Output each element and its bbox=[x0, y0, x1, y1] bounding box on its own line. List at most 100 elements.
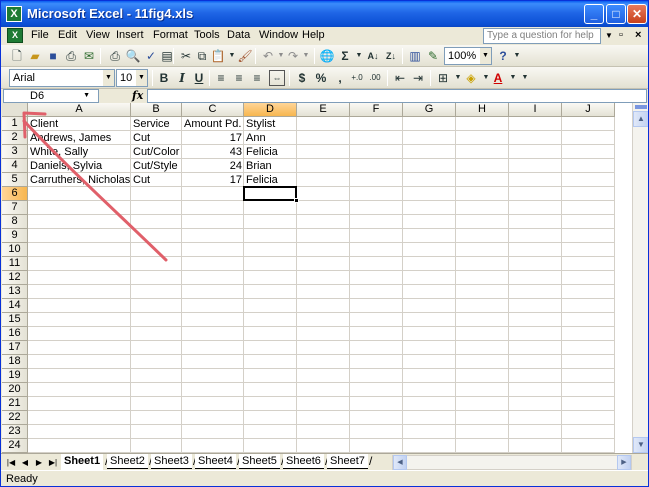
title-bar[interactable]: X Microsoft Excel - 11fig4.xls _ □ ✕ bbox=[1, 1, 648, 27]
last-sheet-icon[interactable]: ▶| bbox=[47, 456, 59, 469]
row-header-13[interactable]: 13 bbox=[2, 285, 28, 299]
menu-format[interactable]: Format bbox=[153, 29, 188, 41]
workbook-icon[interactable]: X bbox=[7, 28, 23, 43]
data-cell-amount[interactable]: 24 bbox=[182, 159, 244, 173]
name-box[interactable]: D6 ▼ bbox=[3, 89, 99, 103]
menu-window[interactable]: Window bbox=[259, 29, 298, 41]
scroll-right-icon[interactable]: ▶ bbox=[617, 455, 631, 470]
sheet-tab-sheet5[interactable]: Sheet5 bbox=[239, 454, 280, 469]
toolbar-options-icon[interactable]: ▼ bbox=[509, 48, 525, 64]
header-cell[interactable]: Amount Pd. bbox=[182, 117, 243, 131]
spelling-icon[interactable]: ✓ bbox=[143, 48, 159, 64]
permission-icon[interactable]: ⎙ bbox=[63, 48, 79, 64]
data-cell-service[interactable]: Cut bbox=[131, 131, 152, 145]
toolbar-options-icon-2[interactable]: ▼ bbox=[517, 70, 533, 86]
italic-icon[interactable]: I bbox=[174, 70, 190, 86]
align-left-icon[interactable]: ≡ bbox=[213, 70, 229, 86]
new-icon[interactable]: 🗋 bbox=[9, 48, 25, 64]
column-header-j[interactable]: J bbox=[562, 103, 615, 117]
data-cell-amount[interactable]: 17 bbox=[182, 173, 244, 187]
header-cell[interactable]: Service bbox=[131, 117, 172, 131]
fill-handle[interactable] bbox=[294, 198, 299, 203]
row-header-9[interactable]: 9 bbox=[2, 229, 28, 243]
merge-center-icon[interactable]: ⇔ bbox=[269, 70, 285, 86]
excel-app-icon[interactable]: X bbox=[6, 6, 22, 22]
row-header-10[interactable]: 10 bbox=[2, 243, 28, 257]
row-header-17[interactable]: 17 bbox=[2, 341, 28, 355]
chart-wizard-icon[interactable]: ▥ bbox=[407, 48, 423, 64]
zoom-dropdown-icon[interactable]: ▼ bbox=[480, 48, 491, 64]
first-sheet-icon[interactable]: |◀ bbox=[5, 456, 17, 469]
data-cell-stylist[interactable]: Felicia bbox=[244, 173, 280, 187]
column-header-h[interactable]: H bbox=[456, 103, 509, 117]
decrease-indent-icon[interactable]: ⇤ bbox=[392, 70, 408, 86]
data-cell-client[interactable]: White, Sally bbox=[28, 145, 90, 159]
decrease-decimal-icon[interactable]: .00 bbox=[367, 70, 383, 86]
column-header-c[interactable]: C bbox=[182, 103, 244, 117]
data-cell-client[interactable]: Carruthers, Nicholas bbox=[28, 173, 132, 187]
row-header-8[interactable]: 8 bbox=[2, 215, 28, 229]
drawing-icon[interactable]: ✎ bbox=[425, 48, 441, 64]
scroll-down-icon[interactable]: ▼ bbox=[633, 437, 648, 453]
borders-icon[interactable]: ⊞ bbox=[435, 70, 451, 86]
menu-view[interactable]: View bbox=[86, 29, 110, 41]
column-header-b[interactable]: B bbox=[131, 103, 182, 117]
select-all-corner[interactable] bbox=[2, 103, 28, 117]
row-header-14[interactable]: 14 bbox=[2, 299, 28, 313]
worksheet-grid[interactable]: A B C D E F G H I J 1 2 3 4 5 6 7 8 9 10 11 12 13 14 15 16 17 18 19 2… bbox=[2, 103, 632, 453]
row-header-24[interactable]: 24 bbox=[2, 439, 28, 453]
open-icon[interactable]: ▰ bbox=[27, 48, 43, 64]
sheet-tab-sheet6[interactable]: Sheet6 bbox=[283, 454, 324, 469]
row-header-6[interactable]: 6 bbox=[2, 187, 28, 201]
row-header-2[interactable]: 2 bbox=[2, 131, 28, 145]
cut-icon[interactable]: ✂ bbox=[178, 48, 194, 64]
horizontal-scrollbar[interactable]: ◀ ▶ bbox=[392, 455, 632, 470]
header-cell[interactable]: Stylist bbox=[244, 117, 277, 131]
workbook-close-icon[interactable]: × bbox=[635, 29, 641, 41]
help-search-input[interactable]: Type a question for help bbox=[483, 28, 601, 44]
print-preview-icon[interactable]: 🔍 bbox=[125, 48, 141, 64]
data-cell-service[interactable]: Cut/Style bbox=[131, 159, 180, 173]
currency-icon[interactable]: $ bbox=[294, 70, 310, 86]
sheet-tab-sheet4[interactable]: Sheet4 bbox=[195, 454, 236, 469]
formula-input[interactable] bbox=[147, 89, 647, 103]
minimize-button[interactable]: _ bbox=[584, 4, 604, 24]
row-header-7[interactable]: 7 bbox=[2, 201, 28, 215]
hyperlink-icon[interactable]: 🌐 bbox=[319, 48, 335, 64]
font-size-select[interactable]: 10 ▼ bbox=[116, 69, 148, 87]
split-box[interactable] bbox=[635, 105, 647, 109]
column-header-e[interactable]: E bbox=[297, 103, 350, 117]
row-header-1[interactable]: 1 bbox=[2, 117, 28, 131]
insert-function-icon[interactable]: fx bbox=[132, 89, 143, 102]
column-header-i[interactable]: I bbox=[509, 103, 562, 117]
font-select[interactable]: Arial ▼ bbox=[9, 69, 115, 87]
row-header-19[interactable]: 19 bbox=[2, 369, 28, 383]
row-header-18[interactable]: 18 bbox=[2, 355, 28, 369]
prev-sheet-icon[interactable]: ◀ bbox=[19, 456, 31, 469]
row-header-20[interactable]: 20 bbox=[2, 383, 28, 397]
sort-descending-icon[interactable]: Z↓ bbox=[383, 48, 399, 64]
zoom-select[interactable]: 100% ▼ bbox=[444, 47, 492, 65]
email-icon[interactable]: ✉ bbox=[81, 48, 97, 64]
column-header-f[interactable]: F bbox=[350, 103, 403, 117]
menu-help[interactable]: Help bbox=[302, 29, 325, 41]
menu-data[interactable]: Data bbox=[227, 29, 250, 41]
row-header-3[interactable]: 3 bbox=[2, 145, 28, 159]
sort-ascending-icon[interactable]: A↓ bbox=[365, 48, 381, 64]
vertical-scrollbar[interactable]: ▲ ▼ bbox=[632, 103, 648, 453]
bold-icon[interactable]: B bbox=[156, 70, 172, 86]
data-cell-stylist[interactable]: Ann bbox=[244, 131, 268, 145]
font-color-icon[interactable]: A bbox=[490, 70, 506, 86]
menu-insert[interactable]: Insert bbox=[116, 29, 144, 41]
row-header-22[interactable]: 22 bbox=[2, 411, 28, 425]
next-sheet-icon[interactable]: ▶ bbox=[33, 456, 45, 469]
percent-icon[interactable]: % bbox=[313, 70, 329, 86]
row-header-4[interactable]: 4 bbox=[2, 159, 28, 173]
redo-dropdown-icon[interactable]: ▼ bbox=[298, 48, 314, 64]
scroll-left-icon[interactable]: ◀ bbox=[393, 455, 407, 470]
row-header-21[interactable]: 21 bbox=[2, 397, 28, 411]
sheet-tab-sheet7[interactable]: Sheet7 bbox=[327, 454, 368, 469]
header-cell[interactable]: Client bbox=[28, 117, 60, 131]
increase-indent-icon[interactable]: ⇥ bbox=[410, 70, 426, 86]
save-icon[interactable]: ■ bbox=[45, 48, 61, 64]
